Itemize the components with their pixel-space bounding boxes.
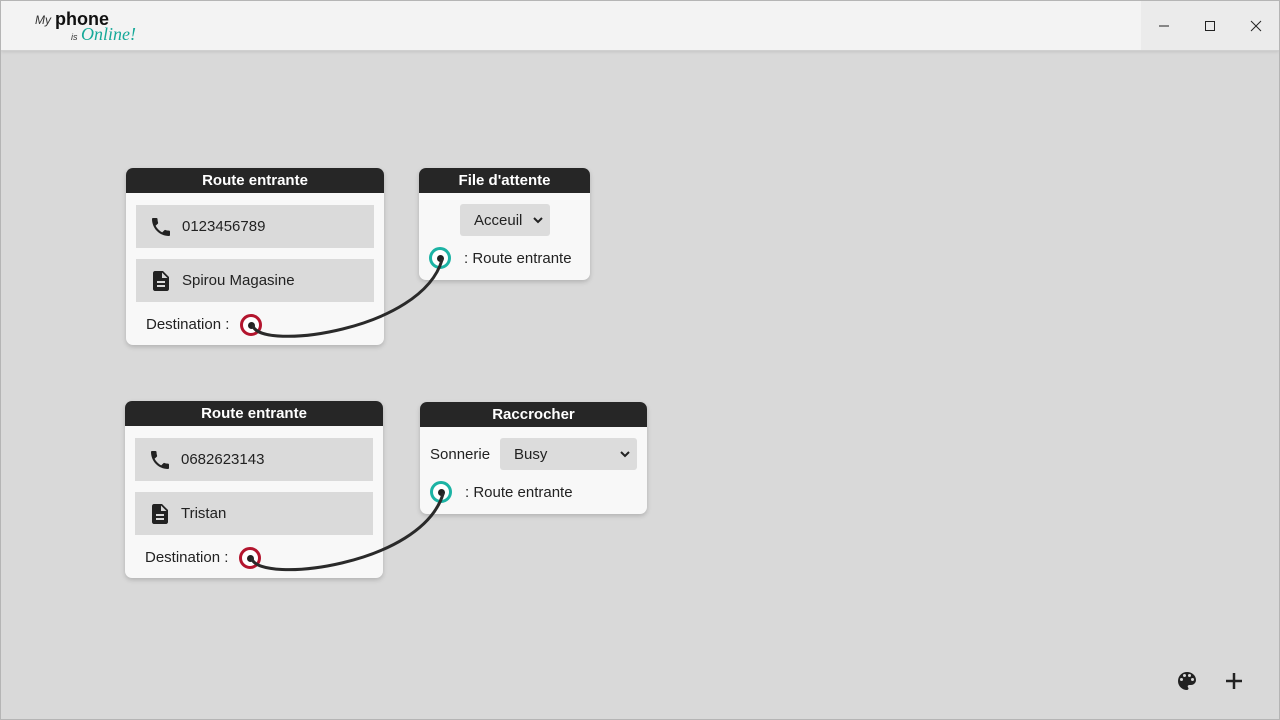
app-logo: My phone is Online! xyxy=(35,9,155,45)
input-label: : Route entrante xyxy=(464,250,572,267)
app-window: My phone is Online! Route entrante 01234… xyxy=(0,0,1280,720)
queue-select[interactable]: Acceuil xyxy=(460,204,550,236)
minimize-button[interactable] xyxy=(1141,1,1187,50)
name-value: Tristan xyxy=(181,505,227,522)
phone-icon xyxy=(147,447,173,473)
add-node-button[interactable] xyxy=(1218,665,1250,697)
close-button[interactable] xyxy=(1233,1,1279,50)
document-icon xyxy=(147,501,173,527)
route-entrante-node-2[interactable]: Route entrante 0682623143 Tristan Destin… xyxy=(125,401,383,578)
document-icon xyxy=(148,268,174,294)
phone-number-value: 0123456789 xyxy=(182,218,266,235)
node-title[interactable]: Route entrante xyxy=(126,168,384,193)
title-bar: My phone is Online! xyxy=(1,1,1279,51)
maximize-icon xyxy=(1205,20,1215,31)
palette-icon xyxy=(1178,672,1196,690)
file-attente-node[interactable]: File d'attente Acceuil : Route entrante xyxy=(419,168,590,280)
input-port[interactable] xyxy=(429,247,451,269)
close-icon xyxy=(1250,20,1262,31)
destination-port[interactable] xyxy=(239,547,261,569)
queue-select-value: Acceuil xyxy=(474,211,523,229)
sonnerie-select[interactable]: Busy xyxy=(500,438,637,470)
chevron-down-icon xyxy=(620,451,630,458)
node-title[interactable]: Raccrocher xyxy=(420,402,647,427)
name-field[interactable]: Tristan xyxy=(135,492,373,535)
plus-icon xyxy=(1226,673,1242,689)
route-entrante-node-1[interactable]: Route entrante 0123456789 Spirou Magasin… xyxy=(126,168,384,345)
sonnerie-select-value: Busy xyxy=(514,445,548,463)
phone-number-field[interactable]: 0682623143 xyxy=(135,438,373,481)
theme-button[interactable] xyxy=(1171,665,1203,697)
name-value: Spirou Magasine xyxy=(182,272,295,289)
raccrocher-node[interactable]: Raccrocher Sonnerie Busy : Route entrant… xyxy=(420,402,647,514)
destination-port[interactable] xyxy=(240,314,262,336)
node-title[interactable]: Route entrante xyxy=(125,401,383,426)
logo-online: Online! xyxy=(81,24,136,44)
connection-wires xyxy=(250,258,445,572)
chevron-down-icon xyxy=(533,217,543,224)
destination-label: Destination : xyxy=(145,549,229,566)
input-port[interactable] xyxy=(430,481,452,503)
minimize-icon xyxy=(1159,25,1169,26)
destination-label: Destination : xyxy=(146,316,230,333)
maximize-button[interactable] xyxy=(1187,1,1233,50)
phone-number-value: 0682623143 xyxy=(181,451,265,468)
logo-my: My xyxy=(35,13,51,27)
name-field[interactable]: Spirou Magasine xyxy=(136,259,374,302)
input-label: : Route entrante xyxy=(465,484,573,501)
node-title[interactable]: File d'attente xyxy=(419,168,590,193)
phone-number-field[interactable]: 0123456789 xyxy=(136,205,374,248)
logo-is: is xyxy=(71,32,78,42)
window-controls xyxy=(1141,1,1279,50)
phone-icon xyxy=(148,214,174,240)
sonnerie-label: Sonnerie xyxy=(430,446,491,463)
